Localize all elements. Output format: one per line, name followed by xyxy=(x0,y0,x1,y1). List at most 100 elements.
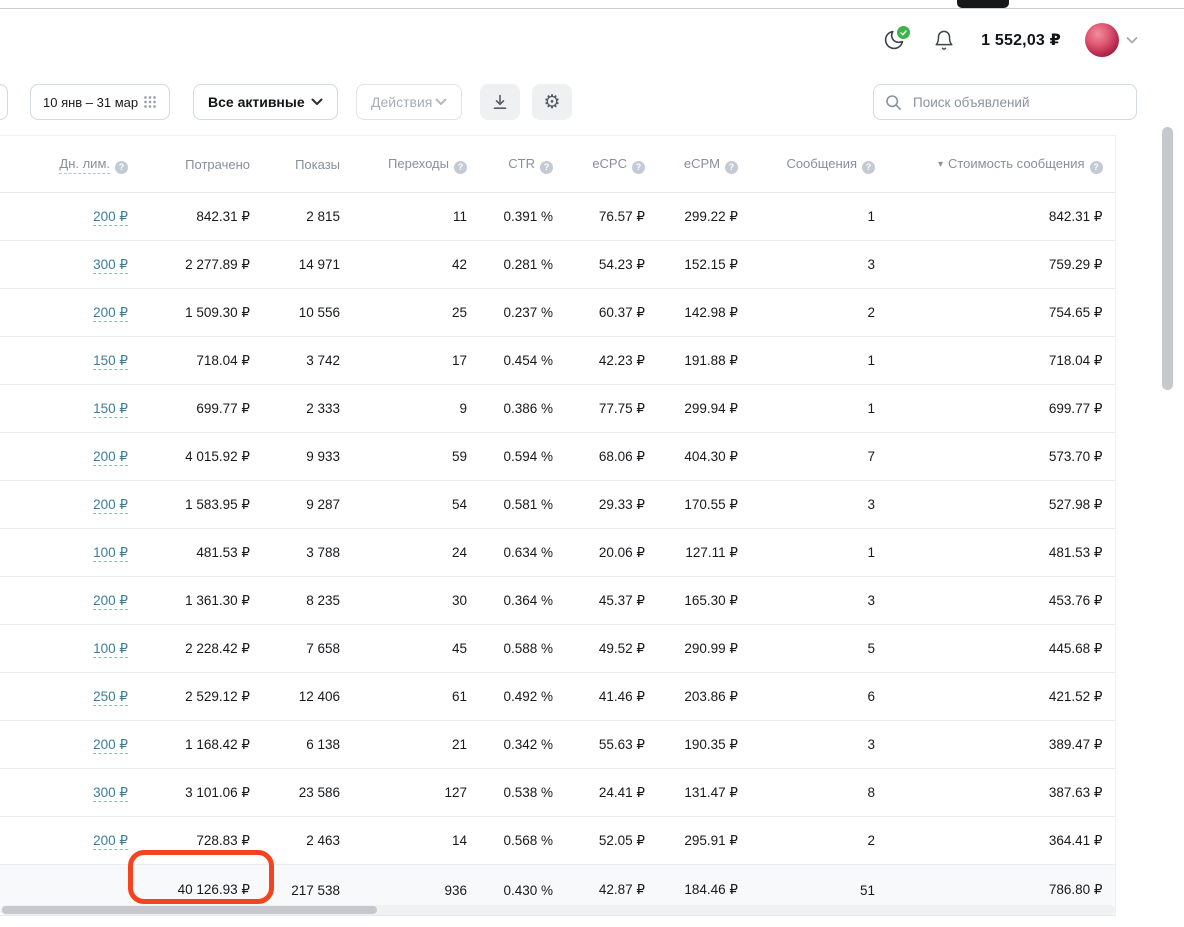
night-mode-status-button[interactable] xyxy=(881,24,913,53)
cell-ecpm: 131.47 ₽ xyxy=(657,768,750,817)
search-icon xyxy=(886,94,901,110)
info-icon[interactable]: ? xyxy=(862,160,875,174)
cell-impressions: 3 788 xyxy=(262,528,352,577)
daily-limit-link[interactable]: 200 ₽ xyxy=(93,832,128,850)
cell-impressions: 3 742 xyxy=(262,336,352,385)
cell-cost-per-message: 842.31 ₽ xyxy=(887,192,1116,241)
vertical-scrollbar-thumb[interactable] xyxy=(1162,127,1173,390)
cell-ecpc: 68.06 ₽ xyxy=(565,432,657,481)
info-icon[interactable]: ? xyxy=(1089,160,1103,174)
profile-menu[interactable] xyxy=(1085,23,1138,57)
status-filter-dropdown[interactable]: Все активные xyxy=(193,84,338,120)
cell-impressions: 6 138 xyxy=(262,720,352,769)
search-input[interactable] xyxy=(911,93,1125,111)
table-row[interactable]: 200 ₽ 1 583.95 ₽9 287 54 0.581 % 29.33 ₽170.… xyxy=(0,480,1116,529)
cell-clicks: 61 xyxy=(352,672,479,721)
daily-limit-link[interactable]: 150 ₽ xyxy=(93,400,128,418)
cell-cost-per-message: 699.77 ₽ xyxy=(887,384,1116,433)
cell-messages: 5 xyxy=(750,624,887,673)
cell-impressions: 8 235 xyxy=(262,576,352,625)
column-header-impressions[interactable]: Показы xyxy=(262,135,352,193)
horizontal-scrollbar-thumb[interactable] xyxy=(2,906,377,914)
table-row[interactable]: 200 ₽842.31 ₽2 815 11 0.391 % 76.57 ₽299.22… xyxy=(0,192,1116,241)
daily-limit-link[interactable]: 200 ₽ xyxy=(93,448,128,466)
search-field[interactable] xyxy=(873,84,1137,120)
column-header-ecpm[interactable]: eCPM? xyxy=(657,135,750,193)
topbar-right: 1 552,03 ₽ xyxy=(881,23,1138,57)
cell-ecpm: 299.22 ₽ xyxy=(657,192,750,241)
cell-ecpc: 45.37 ₽ xyxy=(565,576,657,625)
column-header-messages[interactable]: Сообщения? xyxy=(750,135,887,193)
cell-clicks: 45 xyxy=(352,624,479,673)
column-label: Сообщения xyxy=(786,156,857,172)
table-row[interactable]: 200 ₽ 1 509.30 ₽10 556 25 0.237 % 60.37 ₽142… xyxy=(0,288,1116,337)
daily-limit-link[interactable]: 300 ₽ xyxy=(93,256,128,274)
info-icon[interactable]: ? xyxy=(115,160,128,174)
table-row[interactable]: 300 ₽ 2 277.89 ₽14 971 42 0.281 % 54.23 ₽152… xyxy=(0,240,1116,289)
cell-spent: 3 101.06 ₽ xyxy=(140,768,262,817)
cell-impressions: 12 406 xyxy=(262,672,352,721)
daily-limit-link[interactable]: 300 ₽ xyxy=(93,784,128,802)
table-row[interactable]: 150 ₽718.04 ₽3 742 17 0.454 % 42.23 ₽191.88… xyxy=(0,336,1116,385)
cell-clicks: 59 xyxy=(352,432,479,481)
chevron-down-icon xyxy=(311,98,323,105)
info-icon[interactable]: ? xyxy=(725,160,738,174)
column-header-clicks[interactable]: Переходы? xyxy=(352,135,479,193)
table-settings-button[interactable]: ⚙ xyxy=(532,84,572,120)
info-icon[interactable]: ? xyxy=(454,160,467,174)
date-range-picker[interactable]: 10 янв – 31 мар xyxy=(30,84,170,120)
avatar[interactable] xyxy=(1085,23,1119,57)
daily-limit-link[interactable]: 100 ₽ xyxy=(93,544,128,562)
cell-ecpc: 52.05 ₽ xyxy=(565,816,657,865)
cell-ctr: 0.594 % xyxy=(479,432,565,481)
table-row[interactable]: 200 ₽ 1 361.30 ₽8 235 30 0.364 % 45.37 ₽165.… xyxy=(0,576,1116,625)
column-header-ecpc[interactable]: eCPC? xyxy=(565,135,657,193)
cell-cost-per-message: 759.29 ₽ xyxy=(887,240,1116,289)
cell-cost-per-message: 364.41 ₽ xyxy=(887,816,1116,865)
clipped-chip-fragment xyxy=(0,84,8,120)
cell-spent: 1 583.95 ₽ xyxy=(140,480,262,529)
table-row[interactable]: 250 ₽ 2 529.12 ₽12 406 61 0.492 % 41.46 ₽203… xyxy=(0,672,1116,721)
actions-label: Действия xyxy=(371,94,433,110)
column-header-cost-per-message[interactable]: ▾ Стоимость сообщения? xyxy=(887,135,1116,193)
cell-ctr: 0.386 % xyxy=(479,384,565,433)
table-row[interactable]: 150 ₽699.77 ₽2 333 9 0.386 % 77.75 ₽299.94 … xyxy=(0,384,1116,433)
table-row[interactable]: 200 ₽ 728.83 ₽2 463 14 0.568 % 52.05 ₽295.91… xyxy=(0,816,1116,865)
cell-ecpm: 191.88 ₽ xyxy=(657,336,750,385)
horizontal-scrollbar-track[interactable] xyxy=(0,905,1115,915)
export-download-button[interactable] xyxy=(480,84,520,120)
cell-daily-limit: 200 ₽ xyxy=(0,816,140,865)
column-label: Потрачено xyxy=(185,156,250,172)
daily-limit-link[interactable]: 200 ₽ xyxy=(93,304,128,322)
cell-ctr: 0.391 % xyxy=(479,192,565,241)
cell-ecpc: 49.52 ₽ xyxy=(565,624,657,673)
cell-messages: 3 xyxy=(750,576,887,625)
daily-limit-link[interactable]: 100 ₽ xyxy=(93,640,128,658)
cell-ctr: 0.588 % xyxy=(479,624,565,673)
table-row[interactable]: 200 ₽ 1 168.42 ₽6 138 21 0.342 % 55.63 ₽190.… xyxy=(0,720,1116,769)
balance-amount[interactable]: 1 552,03 ₽ xyxy=(981,30,1061,50)
daily-limit-link[interactable]: 150 ₽ xyxy=(93,352,128,370)
info-icon[interactable]: ? xyxy=(632,160,645,174)
daily-limit-link[interactable]: 200 ₽ xyxy=(93,592,128,610)
cell-ecpm: 165.30 ₽ xyxy=(657,576,750,625)
table-row[interactable]: 300 ₽ 3 101.06 ₽23 586 127 0.538 % 24.41 ₽13… xyxy=(0,768,1116,817)
info-icon[interactable]: ? xyxy=(540,160,553,174)
cell-ctr: 0.538 % xyxy=(479,768,565,817)
cell-ctr: 0.454 % xyxy=(479,336,565,385)
column-header-daily-limit[interactable]: Дн. лим.? xyxy=(0,135,140,193)
daily-limit-link[interactable]: 250 ₽ xyxy=(93,688,128,706)
table-row[interactable]: 100 ₽481.53 ₽3 788 24 0.634 % 20.06 ₽127.11… xyxy=(0,528,1116,577)
cell-daily-limit: 100 ₽ xyxy=(0,624,140,673)
daily-limit-link[interactable]: 200 ₽ xyxy=(93,208,128,226)
table-row[interactable]: 200 ₽ 4 015.92 ₽9 933 59 0.594 % 68.06 ₽404.… xyxy=(0,432,1116,481)
column-header-ctr[interactable]: CTR? xyxy=(479,135,565,193)
column-header-spent[interactable]: Потрачено xyxy=(140,135,262,193)
table-row[interactable]: 100 ₽ 2 228.42 ₽7 658 45 0.588 % 49.52 ₽290.… xyxy=(0,624,1116,673)
cell-cost-per-message: 481.53 ₽ xyxy=(887,528,1116,577)
actions-dropdown-disabled[interactable]: Действия xyxy=(356,84,462,120)
daily-limit-link[interactable]: 200 ₽ xyxy=(93,496,128,514)
cell-ecpc: 77.75 ₽ xyxy=(565,384,657,433)
daily-limit-link[interactable]: 200 ₽ xyxy=(93,736,128,754)
notifications-button[interactable] xyxy=(931,27,957,53)
